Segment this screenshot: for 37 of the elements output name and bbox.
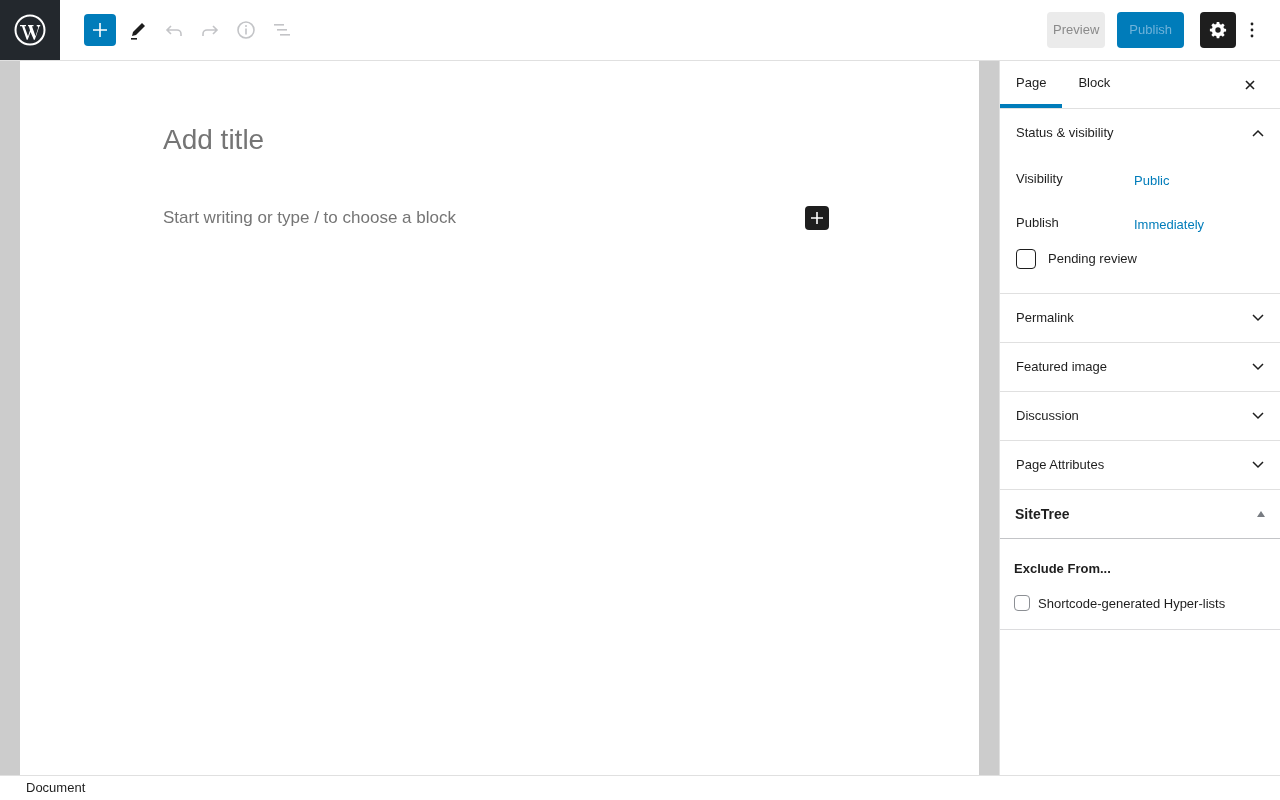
- settings-icon: [1209, 21, 1227, 39]
- chevron-up-icon: [1252, 129, 1264, 137]
- sidebar-tab[interactable]: Block: [1062, 61, 1127, 108]
- field-label: Visibility: [1016, 170, 1064, 189]
- panel-header[interactable]: SiteTree: [1000, 490, 1280, 539]
- checkbox-label: Pending review: [1048, 250, 1137, 269]
- panel-header[interactable]: Featured image: [1000, 343, 1280, 391]
- title-field[interactable]: Add title: [163, 119, 823, 161]
- settings-button[interactable]: [1200, 12, 1236, 48]
- chevron-down-icon: [1252, 314, 1264, 322]
- breadcrumb: Document: [26, 779, 86, 798]
- panel-header[interactable]: Discussion: [1000, 392, 1280, 440]
- chevron-down-icon: [1252, 461, 1264, 469]
- close-icon: [1245, 79, 1255, 90]
- sidebar-tab[interactable]: Page: [1000, 61, 1063, 108]
- info-icon: [236, 20, 256, 40]
- plus-icon: [811, 211, 823, 224]
- chevron-down-icon: [1252, 412, 1264, 420]
- logo-button[interactable]: [0, 0, 60, 60]
- field-label: Publish: [1016, 214, 1060, 233]
- more-vertical-icon: [1250, 22, 1254, 38]
- chevron-down-icon: [1252, 363, 1264, 371]
- checkbox[interactable]: [1016, 249, 1036, 269]
- paragraph-field[interactable]: Start writing or type / to choose a block: [163, 205, 805, 231]
- section-heading: Exclude From...: [1014, 560, 1112, 578]
- field-link[interactable]: Immediately: [1134, 215, 1205, 235]
- panel-header[interactable]: Page Attributes: [1000, 441, 1280, 489]
- checkbox-label: Shortcode-generated Hyper-lists: [1038, 594, 1226, 613]
- plus-icon: [93, 23, 107, 37]
- field-link[interactable]: Public: [1134, 171, 1170, 191]
- checkbox[interactable]: [1014, 595, 1030, 612]
- add-block-button[interactable]: [805, 205, 829, 230]
- panel-header[interactable]: Permalink: [1000, 294, 1280, 342]
- wordpress-logo-icon: [14, 14, 46, 46]
- pencil-icon: [128, 20, 148, 40]
- panel-header[interactable]: Status & visibility: [1000, 109, 1280, 157]
- triangle-icon: [1257, 511, 1265, 517]
